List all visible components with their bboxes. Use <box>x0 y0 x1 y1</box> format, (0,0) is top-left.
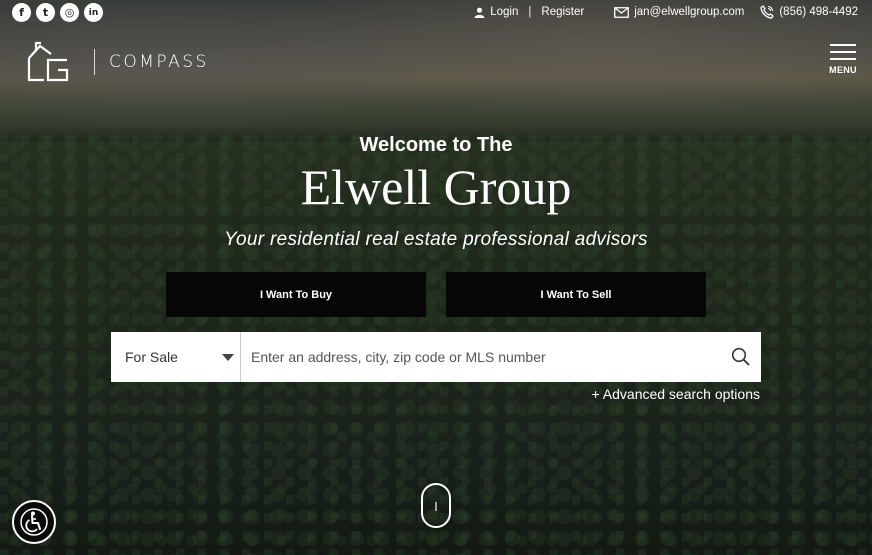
listing-type-value: For Sale <box>125 349 178 365</box>
scroll-wheel <box>435 502 437 511</box>
house-g-logo-icon <box>27 41 69 82</box>
sell-button[interactable]: I Want To Sell <box>446 272 706 317</box>
accessibility-icon <box>20 508 48 536</box>
facebook-icon[interactable]: f <box>12 3 31 22</box>
top-links: Login | Register jan@elwellgroup.com (85… <box>474 5 858 19</box>
login-label: Login <box>490 6 519 18</box>
accessibility-button[interactable] <box>12 500 56 544</box>
listing-type-select[interactable]: For Sale <box>111 332 241 382</box>
search-bar: For Sale <box>111 332 761 382</box>
login-link[interactable]: Login <box>474 6 518 18</box>
hamburger-icon <box>830 44 856 46</box>
site-logo[interactable]: COMPASS <box>26 40 209 84</box>
search-icon <box>731 347 750 366</box>
register-label: Register <box>541 6 585 18</box>
phone-label: (856) 498-4492 <box>779 6 858 18</box>
caret-down-icon <box>222 353 234 361</box>
instagram-icon[interactable]: ◎ <box>60 3 79 22</box>
top-bar: f t ◎ in Login | Register jan@elwellgrou… <box>0 0 872 26</box>
brand-title: Elwell Group <box>300 159 572 215</box>
scroll-down-indicator[interactable] <box>421 483 451 528</box>
compass-wordmark: COMPASS <box>109 52 209 72</box>
advanced-search-link[interactable]: + Advanced search options <box>591 386 760 402</box>
envelope-icon <box>614 6 630 18</box>
email-link[interactable]: jan@elwellgroup.com <box>614 6 744 18</box>
menu-button[interactable]: MENU <box>828 44 858 75</box>
phone-link[interactable]: (856) 498-4492 <box>760 5 858 19</box>
linkedin-icon[interactable]: in <box>84 3 103 22</box>
tagline: Your residential real estate professiona… <box>224 229 648 250</box>
search-input[interactable] <box>241 332 721 382</box>
email-label: jan@elwellgroup.com <box>634 6 745 18</box>
divider: | <box>528 6 532 18</box>
twitter-icon[interactable]: t <box>36 3 55 22</box>
register-link[interactable]: Register <box>541 6 584 18</box>
search-button[interactable] <box>721 332 761 382</box>
welcome-heading: Welcome to The <box>359 134 513 156</box>
menu-label: MENU <box>829 65 857 75</box>
buy-button[interactable]: I Want To Buy <box>166 272 426 317</box>
user-icon <box>474 7 485 18</box>
social-links: f t ◎ in <box>12 3 103 22</box>
logo-divider <box>94 49 95 75</box>
phone-icon <box>760 5 774 19</box>
